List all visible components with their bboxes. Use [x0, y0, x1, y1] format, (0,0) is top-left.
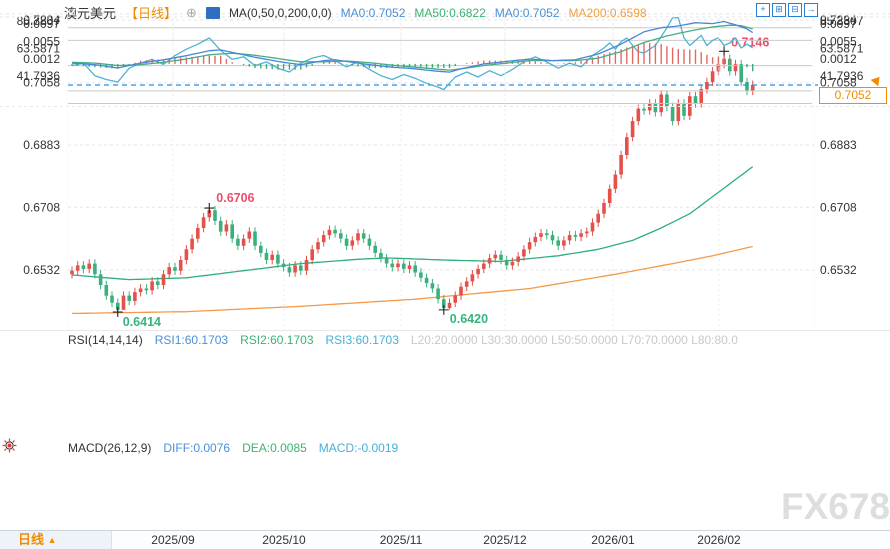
svg-text:0.6883: 0.6883: [23, 138, 60, 152]
time-axis-bar: 日线 ▲ 2025/09 2025/10 2025/11 2025/12 2026/01…: [0, 530, 890, 549]
ma200-value: MA200:0.6598: [568, 5, 647, 20]
svg-text:0.6414: 0.6414: [123, 315, 161, 329]
svg-text:0.0055: 0.0055: [820, 34, 857, 48]
svg-text:0.6708: 0.6708: [23, 200, 60, 214]
svg-text:0.6532: 0.6532: [820, 263, 857, 277]
macd-dea-value: DEA:0.0085: [242, 441, 307, 455]
chart-header: 澳元美元 【日线】 ⊕ MA(0,50,0,200,0,0) MA0:0.705…: [64, 3, 647, 22]
macd-header: MACD(26,12,9) DIFF:0.0076 DEA:0.0085 MAC…: [68, 441, 398, 455]
svg-text:0.0012: 0.0012: [820, 52, 857, 66]
macd-macd-value: MACD:-0.0019: [318, 441, 399, 455]
ma0-value-2: MA0:0.7052: [494, 5, 560, 20]
x-axis-label: 2026/02: [697, 533, 741, 547]
svg-text:0.6420: 0.6420: [450, 312, 488, 326]
rsi1-value: RSI1:60.1703: [154, 333, 229, 347]
fx678-watermark: FX678: [780, 486, 890, 527]
rsi-title[interactable]: RSI(14,14,14): [68, 333, 143, 347]
macd-title[interactable]: MACD(26,12,9): [68, 441, 151, 455]
x-axis-label: 2025/10: [262, 533, 306, 547]
axis-scale-left-icon[interactable]: ⊞: [772, 3, 786, 17]
period-tag[interactable]: 【日线】: [125, 3, 177, 22]
svg-text:0.6706: 0.6706: [216, 191, 254, 205]
period-arrow-icon: ▲: [47, 535, 57, 545]
rsi-header: RSI(14,14,14) RSI1:60.1703 RSI2:60.1703 …: [68, 333, 738, 347]
ma-formula: MA(0,50,0,200,0,0): [228, 5, 332, 20]
trading-chart-app: 0.7146 0.6706 0.6414 0.6420 0.7234 0.7234 0.70…: [0, 0, 890, 549]
current-price-tag[interactable]: 0.7052: [819, 87, 887, 104]
svg-text:0.0012: 0.0012: [23, 52, 60, 66]
svg-text:0.6883: 0.6883: [820, 138, 857, 152]
x-axis-label: 2025/11: [379, 533, 423, 547]
axis-scale-right-icon[interactable]: ⊟: [788, 3, 802, 17]
ma50-value: MA50:0.6822: [414, 5, 486, 20]
svg-text:0.6532: 0.6532: [23, 263, 60, 277]
period-label: 日线: [18, 532, 45, 547]
svg-text:0.6708: 0.6708: [820, 200, 857, 214]
x-axis-label: 2025/09: [151, 533, 195, 547]
x-axis-label: 2025/12: [483, 533, 527, 547]
svg-text:0.0097: 0.0097: [820, 17, 857, 31]
svg-text:0.0097: 0.0097: [23, 17, 60, 31]
period-selector[interactable]: 日线 ▲: [0, 531, 112, 549]
add-indicator-icon[interactable]: ⊕: [186, 5, 197, 21]
rsi3-value: RSI3:60.1703: [325, 333, 399, 347]
svg-text:0.0055: 0.0055: [23, 34, 60, 48]
chart-type-icon[interactable]: [64, 6, 220, 19]
pan-right-icon[interactable]: →: [804, 3, 818, 17]
rsi-levels: L20:20.0000 L30:30.0000 L50:50.0000 L70:…: [410, 333, 738, 347]
chart-toolbar: + ⊞ ⊟ →: [756, 3, 818, 17]
ma0-value: MA0:0.7052: [340, 5, 406, 20]
macd-diff-value: DIFF:0.0076: [163, 441, 231, 455]
x-axis-label: 2026/01: [591, 533, 635, 547]
move-crosshair-icon[interactable]: +: [756, 3, 770, 17]
rsi2-value: RSI2:60.1703: [240, 333, 314, 347]
